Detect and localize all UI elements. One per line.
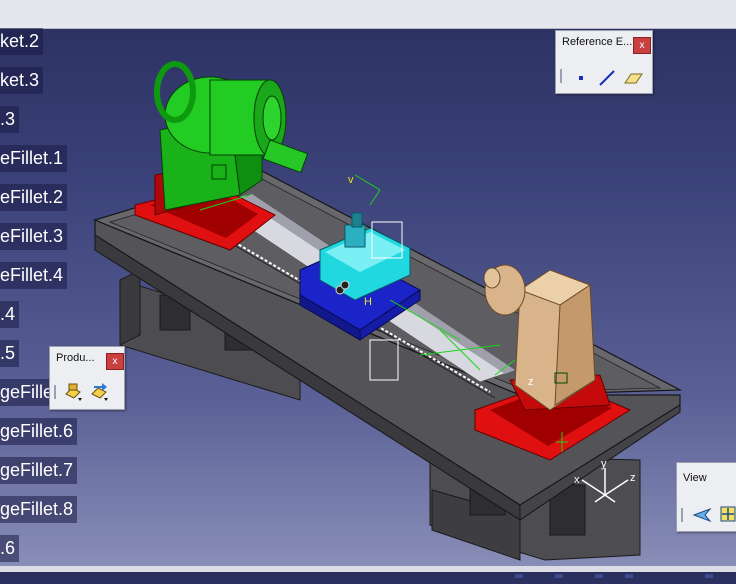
existing-component-icon[interactable] (88, 380, 110, 402)
fit-all-icon[interactable] (717, 503, 736, 525)
local-axis-label-v: v (348, 174, 354, 186)
tree-item[interactable]: .3 (0, 106, 20, 133)
tree-item[interactable]: eFillet.1 (0, 145, 68, 172)
plane-icon[interactable] (622, 67, 644, 89)
toolbar-title: Reference E... (562, 36, 632, 48)
point-icon[interactable] (570, 67, 592, 89)
toolbar-title: Produ... (56, 352, 95, 364)
local-axis-label-z: z (528, 376, 534, 388)
tree-item[interactable]: .6 (0, 535, 20, 562)
tree-item[interactable]: .5 (0, 340, 20, 367)
toolbar-grip[interactable] (681, 508, 683, 522)
close-button[interactable]: x (106, 353, 124, 370)
tree-item[interactable]: eFillet.2 (0, 184, 68, 211)
product-toolbar[interactable]: Produ... x (49, 346, 125, 410)
tree-item[interactable]: eFillet.3 (0, 223, 68, 250)
axis-label-x: x (574, 474, 580, 486)
status-bar-icons (515, 566, 736, 584)
view-toolbar[interactable]: View (676, 462, 736, 532)
tree-item[interactable]: ket.3 (0, 67, 44, 94)
tree-item[interactable]: ket.2 (0, 28, 44, 55)
local-axis-label-h: H (364, 296, 372, 308)
tree-item[interactable]: geFillet.6 (0, 418, 78, 445)
tree-item[interactable]: geFillet.8 (0, 496, 78, 523)
toolbar-grip[interactable] (560, 69, 562, 83)
toolbar-grip[interactable] (54, 385, 56, 399)
tree-item[interactable]: .4 (0, 301, 20, 328)
axis-label-z: z (630, 472, 636, 484)
close-button[interactable]: x (633, 37, 651, 54)
fly-mode-icon[interactable] (691, 503, 713, 525)
product-assembly-icon[interactable] (62, 380, 84, 402)
reference-elements-toolbar[interactable]: Reference E... x (555, 30, 653, 94)
line-icon[interactable] (596, 67, 618, 89)
tree-item[interactable]: geFillet.7 (0, 457, 78, 484)
toolbar-title: View (683, 472, 707, 484)
tree-item[interactable]: eFillet.4 (0, 262, 68, 289)
axis-label-y: y (601, 458, 607, 470)
